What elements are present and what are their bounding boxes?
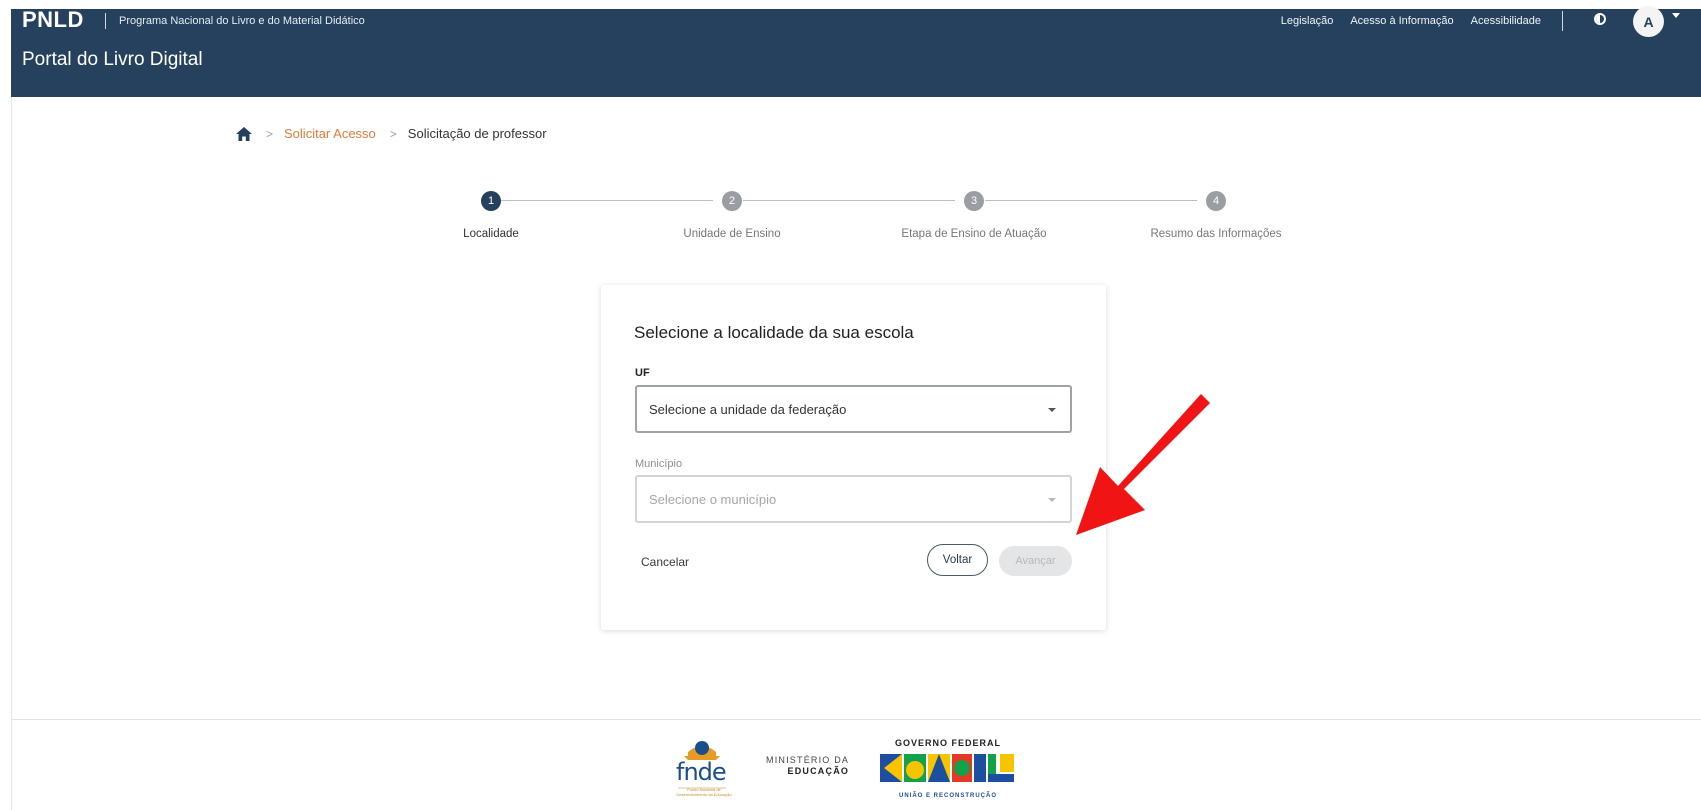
uf-label: UF: [635, 367, 650, 379]
uf-select[interactable]: Selecione a unidade da federação: [635, 385, 1072, 433]
step-connector: [985, 200, 1197, 201]
step-3-indicator: 3: [964, 191, 984, 211]
gov-bottom-text: UNIÃO E RECONSTRUÇÃO: [898, 793, 997, 799]
step-3-label: Etapa de Ensino de Atuação: [901, 228, 1047, 240]
cancel-button[interactable]: Cancelar: [641, 555, 689, 569]
avatar[interactable]: A: [1633, 6, 1664, 37]
footer-divider: [11, 719, 1701, 720]
chevron-down-icon: [1048, 498, 1056, 502]
brand-logo[interactable]: PNLD: [22, 7, 84, 33]
step-connector: [743, 200, 955, 201]
header-links: Legislação Acesso à Informação Acessibil…: [1281, 15, 1541, 27]
chevron-down-icon[interactable]: [1672, 13, 1680, 18]
breadcrumb-current: Solicitação de professor: [407, 126, 547, 141]
brand-subtitle: Programa Nacional do Livro e do Material…: [119, 15, 365, 27]
home-icon[interactable]: [236, 126, 252, 141]
mec-line1: MINISTÉRIO DA: [766, 755, 850, 765]
fnde-logo-subtext: Fundo Nacional de Desenvolvimento da Edu…: [676, 787, 732, 797]
header-divider: [1562, 11, 1563, 31]
contrast-icon[interactable]: [1594, 13, 1606, 25]
step-4-label: Resumo das Informações: [1150, 228, 1282, 240]
municipio-select[interactable]: Selecione o município: [635, 475, 1072, 523]
step-1-label: Localidade: [463, 228, 519, 240]
link-legislacao[interactable]: Legislação: [1281, 15, 1334, 27]
portal-title: Portal do Livro Digital: [22, 49, 203, 70]
brand-divider: [105, 13, 106, 29]
step-1-indicator: 1: [481, 191, 501, 211]
link-acessibilidade[interactable]: Acessibilidade: [1471, 15, 1541, 27]
mec-line2: EDUCAÇÃO: [787, 766, 850, 776]
red-arrow-annotation: [1076, 394, 1210, 535]
stepper: 1 2 3 4 Localidade Unidade de Ensino Eta…: [0, 190, 1701, 250]
step-connector: [501, 200, 713, 201]
breadcrumb-solicitar-acesso[interactable]: Solicitar Acesso: [284, 126, 376, 141]
step-2-label: Unidade de Ensino: [683, 228, 781, 240]
chevron-down-icon: [1048, 408, 1056, 412]
form-title: Selecione a localidade da sua escola: [634, 323, 914, 342]
uf-select-placeholder: Selecione a unidade da federação: [649, 401, 847, 417]
breadcrumb-separator: >: [389, 126, 397, 141]
step-2-indicator: 2: [722, 191, 742, 211]
step-4-indicator: 4: [1206, 191, 1226, 211]
gov-top-text: GOVERNO FEDERAL: [894, 738, 1001, 748]
site-header: PNLD Programa Nacional do Livro e do Mat…: [11, 6, 1701, 97]
back-button[interactable]: Voltar: [927, 544, 988, 576]
top-band: [11, 0, 1701, 9]
brasil-wordmark-icon: [880, 754, 1014, 782]
fnde-logo-text: fnde: [676, 758, 727, 786]
breadcrumb-separator: >: [266, 126, 274, 141]
gov-federal-logo: GOVERNO FEDERAL UNIÃO E RECONSTRUÇÃO: [880, 738, 1016, 799]
municipio-select-placeholder: Selecione o município: [649, 491, 777, 507]
municipio-label: Município: [635, 458, 683, 470]
mec-logo: MINISTÉRIO DA EDUCAÇÃO: [766, 755, 849, 776]
location-form-card: Selecione a localidade da sua escola UF …: [601, 285, 1106, 630]
breadcrumb: > Solicitar Acesso > Solicitação de prof…: [236, 126, 547, 141]
link-acesso-informacao[interactable]: Acesso à Informação: [1350, 15, 1453, 27]
next-button[interactable]: Avançar: [999, 546, 1072, 576]
